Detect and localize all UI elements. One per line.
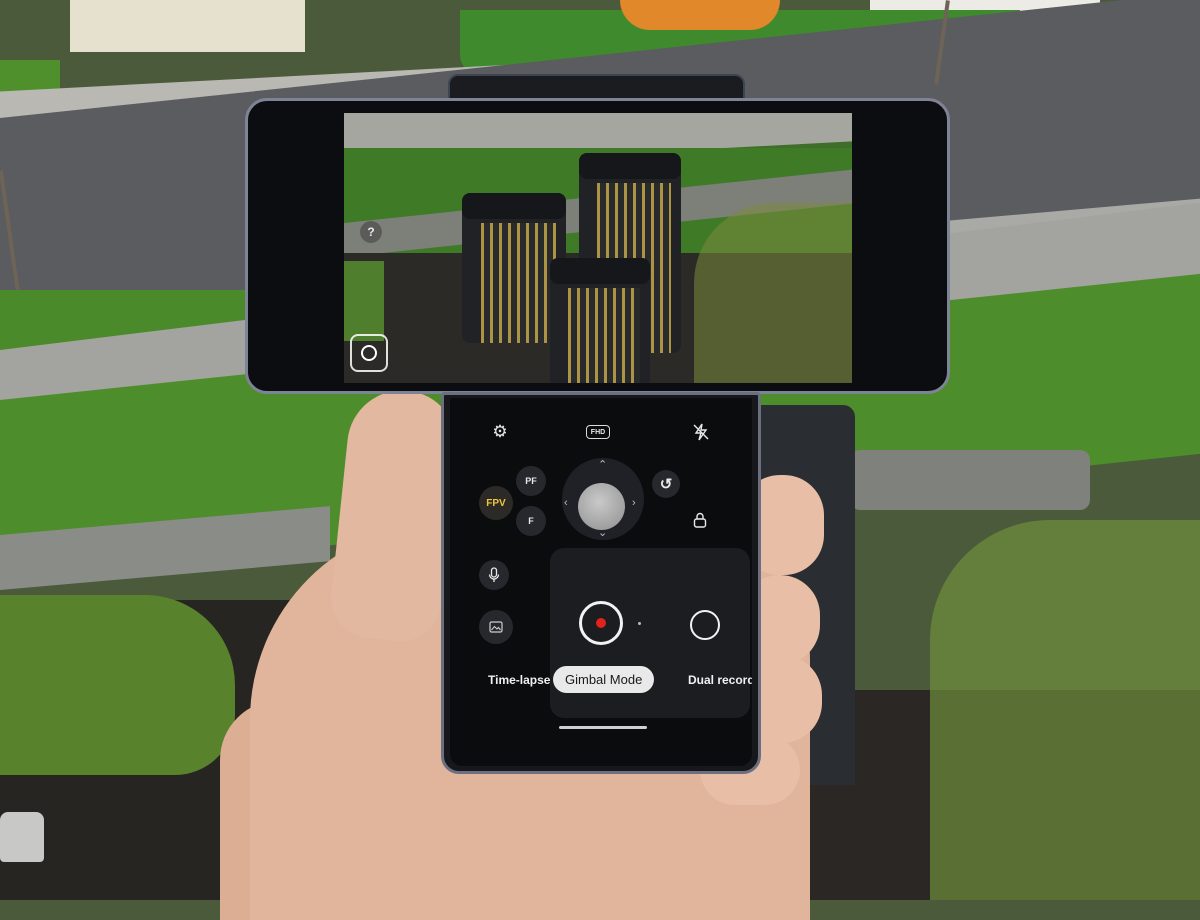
resolution-badge[interactable]: FHD (586, 425, 610, 439)
garden-lamp (0, 812, 44, 862)
fpv-button[interactable]: FPV (479, 486, 513, 520)
chevron-up-icon: ⌃ (598, 459, 608, 471)
lock-glyph (693, 512, 707, 528)
microphone-glyph (488, 567, 500, 582)
fountain-pot-short (550, 258, 650, 383)
viewfinder-plant (694, 203, 852, 383)
f-button[interactable]: F (516, 506, 546, 536)
gimbal-control-panel: ⚙ FHD FPV PF F ⌃ ⌄ ‹ › ↺ Time-lapse Gimb… (450, 398, 752, 766)
snapshot-button[interactable] (690, 610, 720, 640)
autumn-tree (620, 0, 780, 30)
gear-icon[interactable]: ⚙ (490, 422, 510, 442)
gallery-icon[interactable] (479, 610, 513, 644)
moss-patch (0, 595, 235, 775)
mode-gimbal[interactable]: Gimbal Mode (553, 666, 655, 693)
chevron-left-icon: ‹ (564, 497, 568, 509)
phone-main-screen: ? (245, 98, 950, 394)
viewfinder-grass (344, 261, 384, 341)
lock-icon[interactable] (686, 506, 714, 534)
flash-off-glyph (693, 423, 709, 441)
phone-secondary-screen: ⚙ FHD FPV PF F ⌃ ⌄ ‹ › ↺ Time-lapse Gimb… (441, 392, 761, 774)
record-dot-icon (596, 618, 606, 628)
gallery-glyph (489, 621, 503, 633)
flash-off-icon[interactable] (691, 422, 711, 442)
pf-button[interactable]: PF (516, 466, 546, 496)
home-indicator[interactable] (559, 726, 647, 729)
house-wall (70, 0, 305, 52)
microphone-icon[interactable] (479, 560, 509, 590)
stone-border-right (850, 450, 1090, 510)
target-track-icon[interactable] (350, 334, 388, 372)
joystick-icon[interactable] (578, 483, 625, 530)
help-icon[interactable]: ? (360, 221, 382, 243)
rotate-reset-icon[interactable]: ↺ (652, 470, 680, 498)
ornamental-grass (930, 520, 1200, 900)
chevron-right-icon: › (632, 497, 636, 509)
camera-viewfinder[interactable] (344, 113, 852, 383)
shutter-separator (638, 622, 641, 625)
mode-dual-recording[interactable]: Dual recording (688, 673, 752, 687)
mode-time-lapse[interactable]: Time-lapse (488, 673, 550, 687)
